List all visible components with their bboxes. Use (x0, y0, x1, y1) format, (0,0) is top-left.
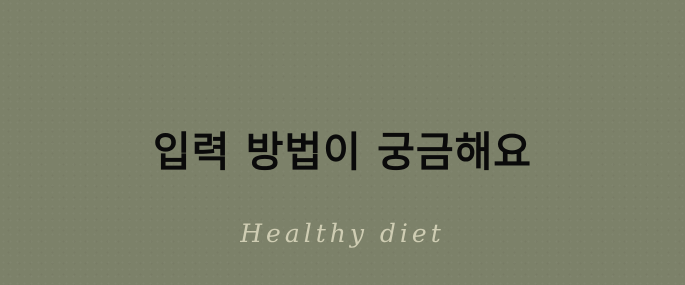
headline-text: 입력 방법이 궁금해요 (152, 128, 533, 176)
tagline-script-text: Healthy diet (240, 219, 445, 248)
banner: 입력 방법이 궁금해요 Healthy diet (0, 0, 685, 285)
